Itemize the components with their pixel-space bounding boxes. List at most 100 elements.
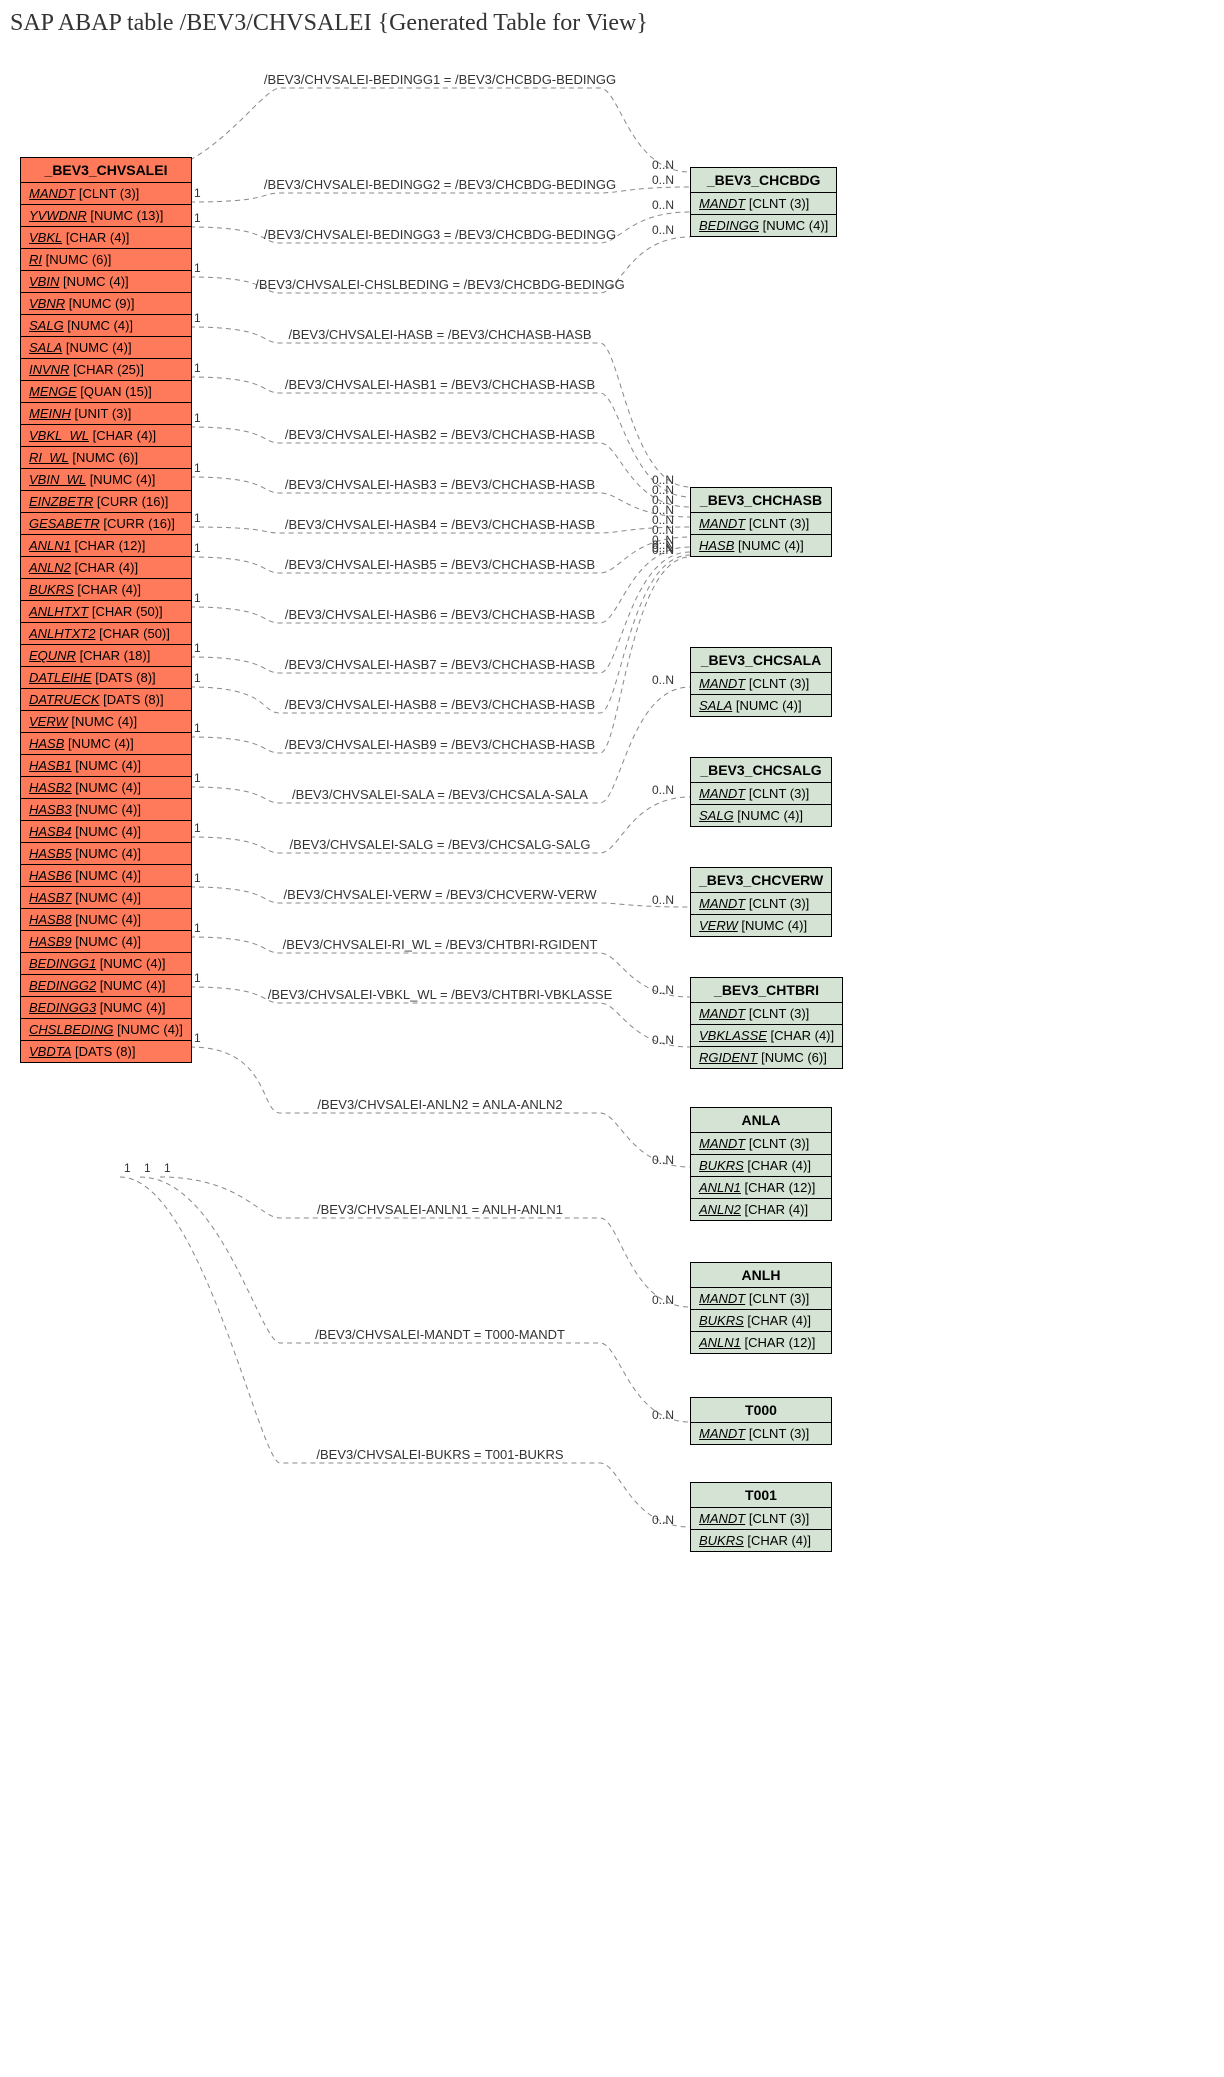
relation-label: /BEV3/CHVSALEI-SALG = /BEV3/CHCSALG-SALG xyxy=(290,837,591,852)
relation-label: /BEV3/CHVSALEI-BEDINGG1 = /BEV3/CHCBDG-B… xyxy=(264,72,616,87)
field-row: EQUNR [CHAR (18)] xyxy=(21,645,191,667)
field-row: HASB7 [NUMC (4)] xyxy=(21,887,191,909)
cardinality-many: 0..N xyxy=(652,783,674,797)
field-row: MEINH [UNIT (3)] xyxy=(21,403,191,425)
cardinality-one: 1 xyxy=(194,591,201,605)
cardinality-one: 1 xyxy=(194,671,201,685)
page-title: SAP ABAP table /BEV3/CHVSALEI {Generated… xyxy=(10,10,1224,37)
field-row: MENGE [QUAN (15)] xyxy=(21,381,191,403)
field-row: BUKRS [CHAR (4)] xyxy=(691,1530,831,1551)
field-row: RI_WL [NUMC (6)] xyxy=(21,447,191,469)
entity-header: _BEV3_CHCBDG xyxy=(691,168,836,193)
field-row: MANDT [CLNT (3)] xyxy=(691,513,831,535)
cardinality-many: 0..N xyxy=(652,1293,674,1307)
cardinality-many: 0..N xyxy=(652,893,674,907)
relation-label: /BEV3/CHVSALEI-VERW = /BEV3/CHCVERW-VERW xyxy=(284,887,597,902)
relation-label: /BEV3/CHVSALEI-CHSLBEDING = /BEV3/CHCBDG… xyxy=(255,277,625,292)
field-row: RGIDENT [NUMC (6)] xyxy=(691,1047,842,1068)
field-row: VBKL_WL [CHAR (4)] xyxy=(21,425,191,447)
cardinality-one: 1 xyxy=(194,511,201,525)
field-row: YVWDNR [NUMC (13)] xyxy=(21,205,191,227)
field-row: BEDINGG [NUMC (4)] xyxy=(691,215,836,236)
field-row: SALA [NUMC (4)] xyxy=(691,695,831,716)
field-row: VBIN_WL [NUMC (4)] xyxy=(21,469,191,491)
relation-label: /BEV3/CHVSALEI-RI_WL = /BEV3/CHTBRI-RGID… xyxy=(283,937,598,952)
entity-main: _BEV3_CHVSALEIMANDT [CLNT (3)]YVWDNR [NU… xyxy=(20,157,192,1063)
field-row: MANDT [CLNT (3)] xyxy=(691,1423,831,1444)
cardinality-one: 1 xyxy=(194,1031,201,1045)
field-row: BEDINGG2 [NUMC (4)] xyxy=(21,975,191,997)
entity-anla: ANLAMANDT [CLNT (3)]BUKRS [CHAR (4)]ANLN… xyxy=(690,1107,832,1221)
relation-label: /BEV3/CHVSALEI-HASB5 = /BEV3/CHCHASB-HAS… xyxy=(285,557,595,572)
relation-label: /BEV3/CHVSALEI-HASB2 = /BEV3/CHCHASB-HAS… xyxy=(285,427,595,442)
field-row: MANDT [CLNT (3)] xyxy=(21,183,191,205)
cardinality-one: 1 xyxy=(194,721,201,735)
entity-chcsala: _BEV3_CHCSALAMANDT [CLNT (3)]SALA [NUMC … xyxy=(690,647,832,717)
field-row: HASB5 [NUMC (4)] xyxy=(21,843,191,865)
field-row: ANLN2 [CHAR (4)] xyxy=(691,1199,831,1220)
cardinality-one: 1 xyxy=(194,186,201,200)
field-row: MANDT [CLNT (3)] xyxy=(691,783,831,805)
cardinality-many: 0..N xyxy=(652,1153,674,1167)
field-row: HASB2 [NUMC (4)] xyxy=(21,777,191,799)
cardinality-one: 1 xyxy=(194,411,201,425)
field-row: MANDT [CLNT (3)] xyxy=(691,193,836,215)
field-row: VERW [NUMC (4)] xyxy=(21,711,191,733)
field-row: MANDT [CLNT (3)] xyxy=(691,1288,831,1310)
field-row: VBKL [CHAR (4)] xyxy=(21,227,191,249)
field-row: VBIN [NUMC (4)] xyxy=(21,271,191,293)
field-row: HASB4 [NUMC (4)] xyxy=(21,821,191,843)
entity-header: _BEV3_CHCVERW xyxy=(691,868,831,893)
field-row: VERW [NUMC (4)] xyxy=(691,915,831,936)
entity-header: _BEV3_CHCSALG xyxy=(691,758,831,783)
field-row: DATRUECK [DATS (8)] xyxy=(21,689,191,711)
field-row: BEDINGG3 [NUMC (4)] xyxy=(21,997,191,1019)
field-row: MANDT [CLNT (3)] xyxy=(691,893,831,915)
entity-chchasb: _BEV3_CHCHASBMANDT [CLNT (3)]HASB [NUMC … xyxy=(690,487,832,557)
field-row: CHSLBEDING [NUMC (4)] xyxy=(21,1019,191,1041)
field-row: MANDT [CLNT (3)] xyxy=(691,673,831,695)
entity-t000: T000MANDT [CLNT (3)] xyxy=(690,1397,832,1445)
field-row: BUKRS [CHAR (4)] xyxy=(691,1155,831,1177)
field-row: BEDINGG1 [NUMC (4)] xyxy=(21,953,191,975)
cardinality-one: 1 xyxy=(144,1161,151,1175)
cardinality-many: 0..N xyxy=(652,198,674,212)
entity-chcverw: _BEV3_CHCVERWMANDT [CLNT (3)]VERW [NUMC … xyxy=(690,867,832,937)
cardinality-one: 1 xyxy=(194,311,201,325)
cardinality-one: 1 xyxy=(194,771,201,785)
field-row: HASB [NUMC (4)] xyxy=(21,733,191,755)
relation-label: /BEV3/CHVSALEI-ANLN1 = ANLH-ANLN1 xyxy=(317,1202,563,1217)
field-row: INVNR [CHAR (25)] xyxy=(21,359,191,381)
relation-label: /BEV3/CHVSALEI-MANDT = T000-MANDT xyxy=(315,1327,565,1342)
entity-chtbri: _BEV3_CHTBRIMANDT [CLNT (3)]VBKLASSE [CH… xyxy=(690,977,843,1069)
relation-label: /BEV3/CHVSALEI-VBKL_WL = /BEV3/CHTBRI-VB… xyxy=(268,987,613,1002)
entity-chcsalg: _BEV3_CHCSALGMANDT [CLNT (3)]SALG [NUMC … xyxy=(690,757,832,827)
relation-label: /BEV3/CHVSALEI-ANLN2 = ANLA-ANLN2 xyxy=(317,1097,562,1112)
field-row: EINZBETR [CURR (16)] xyxy=(21,491,191,513)
cardinality-many: 0..N xyxy=(652,673,674,687)
cardinality-many: 0..N xyxy=(652,1408,674,1422)
entity-header: _BEV3_CHCSALA xyxy=(691,648,831,673)
relation-label: /BEV3/CHVSALEI-HASB4 = /BEV3/CHCHASB-HAS… xyxy=(285,517,595,532)
relation-label: /BEV3/CHVSALEI-BEDINGG2 = /BEV3/CHCBDG-B… xyxy=(264,177,616,192)
relation-label: /BEV3/CHVSALEI-BUKRS = T001-BUKRS xyxy=(316,1447,563,1462)
cardinality-one: 1 xyxy=(164,1161,171,1175)
cardinality-one: 1 xyxy=(194,261,201,275)
entity-header: T000 xyxy=(691,1398,831,1423)
cardinality-one: 1 xyxy=(194,541,201,555)
entity-anlh: ANLHMANDT [CLNT (3)]BUKRS [CHAR (4)]ANLN… xyxy=(690,1262,832,1354)
field-row: VBDTA [DATS (8)] xyxy=(21,1041,191,1062)
field-row: ANLN1 [CHAR (12)] xyxy=(21,535,191,557)
field-row: GESABETR [CURR (16)] xyxy=(21,513,191,535)
field-row: HASB [NUMC (4)] xyxy=(691,535,831,556)
field-row: ANLHTXT [CHAR (50)] xyxy=(21,601,191,623)
field-row: HASB8 [NUMC (4)] xyxy=(21,909,191,931)
cardinality-many: 0..N xyxy=(652,173,674,187)
field-row: ANLN1 [CHAR (12)] xyxy=(691,1332,831,1353)
entity-header: ANLH xyxy=(691,1263,831,1288)
relation-label: /BEV3/CHVSALEI-HASB9 = /BEV3/CHCHASB-HAS… xyxy=(285,737,595,752)
field-row: HASB1 [NUMC (4)] xyxy=(21,755,191,777)
cardinality-many: 0..N xyxy=(652,543,674,557)
field-row: SALG [NUMC (4)] xyxy=(691,805,831,826)
cardinality-one: 1 xyxy=(194,361,201,375)
